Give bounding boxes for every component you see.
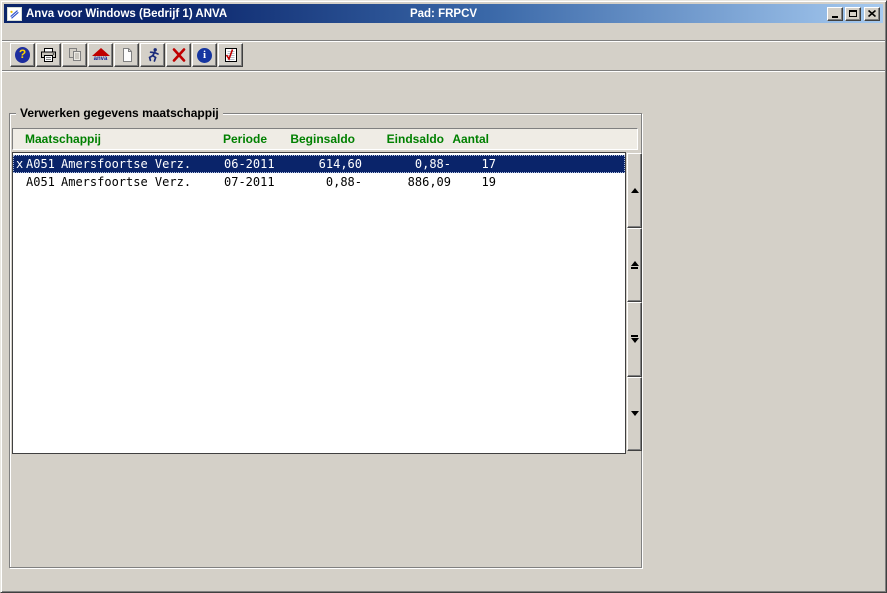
row-marker: x bbox=[14, 156, 26, 172]
column-header-eindsaldo: Eindsaldo bbox=[361, 132, 450, 146]
minimize-button[interactable] bbox=[827, 7, 843, 21]
toolbar-bottom-highlight bbox=[2, 71, 885, 72]
minimize-icon bbox=[832, 16, 838, 18]
scroll-line-up-button[interactable] bbox=[627, 153, 642, 228]
toolbar: ? anva bbox=[10, 43, 244, 67]
row-eindsaldo: 886,09 bbox=[362, 174, 451, 190]
arrow-down-icon bbox=[631, 411, 639, 416]
info-button[interactable]: i bbox=[192, 43, 217, 67]
arrow-up-icon bbox=[631, 188, 639, 193]
groupbox-verwerken: Verwerken gegevens maatschappij Maatscha… bbox=[9, 113, 642, 568]
journal-button[interactable] bbox=[218, 43, 243, 67]
info-icon: i bbox=[197, 48, 212, 63]
printer-icon bbox=[40, 47, 57, 63]
anva-home-icon: anva bbox=[92, 48, 110, 62]
new-document-button[interactable] bbox=[114, 43, 139, 67]
row-code: A051 bbox=[26, 156, 61, 172]
scroll-page-up-button[interactable] bbox=[627, 228, 642, 303]
arrow-page-up-icon bbox=[631, 261, 639, 266]
row-marker bbox=[14, 174, 26, 190]
row-beginsaldo: 614,60 bbox=[288, 156, 362, 172]
anva-home-button[interactable]: anva bbox=[88, 43, 113, 67]
column-header-aantal: Aantal bbox=[450, 132, 495, 146]
maximize-button[interactable] bbox=[845, 7, 861, 21]
running-person-icon bbox=[145, 47, 161, 63]
groupbox-title: Verwerken gegevens maatschappij bbox=[16, 106, 223, 120]
page-bar-icon bbox=[631, 267, 638, 269]
anva-home-label: anva bbox=[94, 56, 108, 62]
journal-check-icon bbox=[223, 47, 239, 63]
page-bar-icon bbox=[631, 335, 638, 337]
window-controls bbox=[827, 7, 880, 21]
row-code: A051 bbox=[26, 174, 61, 190]
column-header-periode: Periode bbox=[223, 132, 287, 146]
close-button[interactable] bbox=[864, 7, 880, 21]
row-aantal: 19 bbox=[451, 174, 496, 190]
maatschappij-list[interactable]: x A051 Amersfoortse Verz. 06-2011 614,60… bbox=[12, 152, 626, 454]
arrow-page-down-icon bbox=[631, 338, 639, 343]
new-document-icon bbox=[119, 47, 135, 63]
table-header-row: Maatschappij Periode Beginsaldo Eindsald… bbox=[12, 128, 638, 150]
scroll-page-down-button[interactable] bbox=[627, 302, 642, 377]
run-button[interactable] bbox=[140, 43, 165, 67]
row-name: Amersfoortse Verz. bbox=[61, 174, 224, 190]
help-button[interactable]: ? bbox=[10, 43, 35, 67]
path-label: Pad: FRPCV bbox=[410, 8, 477, 20]
row-aantal: 17 bbox=[451, 156, 496, 172]
list-row[interactable]: A051 Amersfoortse Verz. 07-2011 0,88- 88… bbox=[13, 173, 625, 191]
row-eindsaldo: 0,88- bbox=[362, 156, 451, 172]
help-icon: ? bbox=[15, 47, 30, 63]
maximize-icon bbox=[849, 10, 857, 17]
scroll-line-down-button[interactable] bbox=[627, 377, 642, 452]
title-bar[interactable]: Anva voor Windows (Bedrijf 1) ANVA Pad: … bbox=[4, 4, 883, 23]
toolbar-top-highlight bbox=[2, 41, 885, 42]
close-icon bbox=[868, 10, 876, 17]
row-periode: 07-2011 bbox=[224, 174, 288, 190]
anva-roof-shape bbox=[92, 48, 110, 56]
delete-button[interactable] bbox=[166, 43, 191, 67]
row-beginsaldo: 0,88- bbox=[288, 174, 362, 190]
anva-app-icon bbox=[7, 7, 22, 21]
row-periode: 06-2011 bbox=[224, 156, 288, 172]
list-row-selected[interactable]: x A051 Amersfoortse Verz. 06-2011 614,60… bbox=[13, 155, 625, 173]
window-title: Anva voor Windows (Bedrijf 1) ANVA bbox=[26, 8, 227, 20]
copy-icon bbox=[67, 47, 83, 63]
print-button[interactable] bbox=[36, 43, 61, 67]
red-x-icon bbox=[171, 47, 187, 63]
scroll-button-column bbox=[627, 153, 642, 451]
copy-button[interactable] bbox=[62, 43, 87, 67]
app-window: Anva voor Windows (Bedrijf 1) ANVA Pad: … bbox=[0, 0, 887, 593]
column-header-beginsaldo: Beginsaldo bbox=[287, 132, 361, 146]
column-header-maatschappij: Maatschappij bbox=[25, 132, 223, 146]
row-name: Amersfoortse Verz. bbox=[61, 156, 224, 172]
